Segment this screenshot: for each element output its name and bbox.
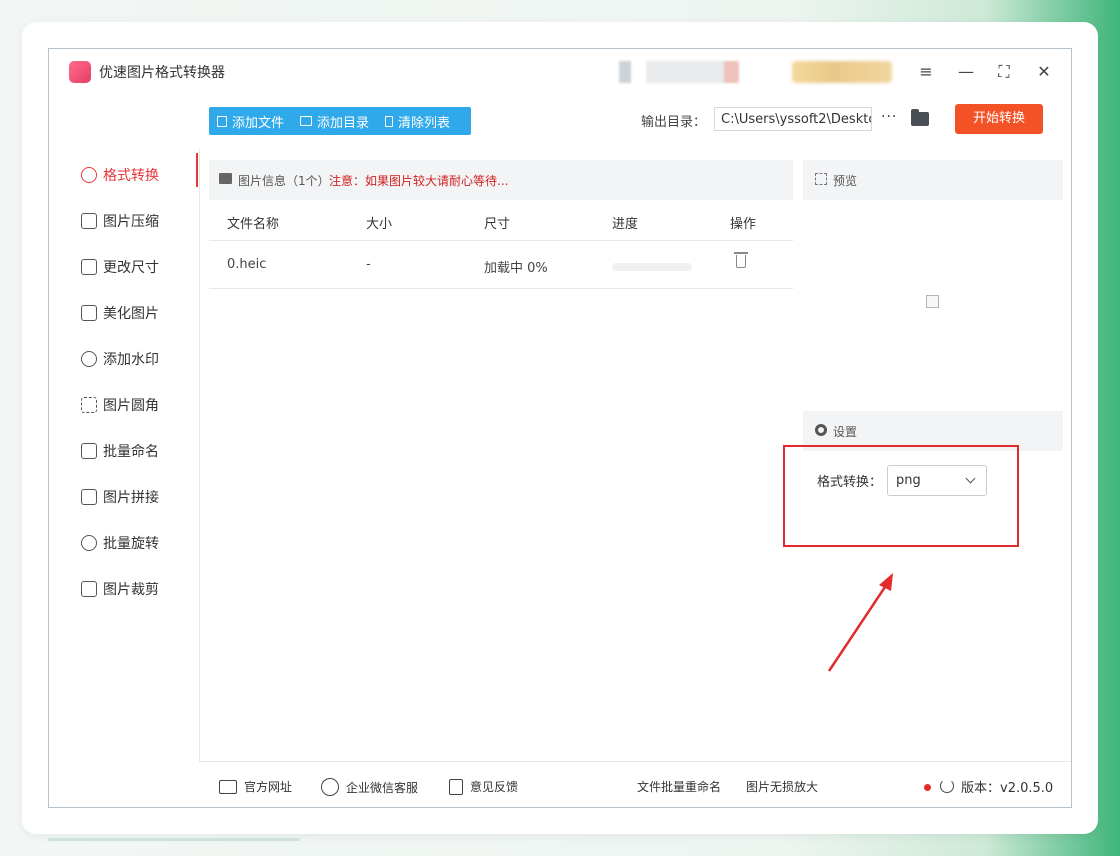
column-header-actions: 操作 (730, 217, 757, 232)
output-dir-input[interactable]: C:\Users\yssoft2\Deskto (714, 107, 872, 131)
sidebar-item-label: 图片压缩 (103, 214, 159, 230)
sidebar-item-label: 添加水印 (103, 352, 159, 368)
sidebar-item-label: 美化图片 (103, 306, 159, 322)
chat-icon (321, 778, 339, 796)
gear-icon (815, 424, 827, 436)
crop-icon (81, 581, 97, 597)
resize-icon (81, 259, 97, 275)
sidebar-item-label: 更改尺寸 (103, 260, 159, 276)
close-icon[interactable]: ✕ (1033, 61, 1055, 83)
sidebar-item-watermark[interactable]: 添加水印 (81, 346, 159, 372)
feedback-link[interactable]: 意见反馈 (449, 778, 518, 795)
app-logo-icon (69, 61, 91, 83)
sidebar-item-compress[interactable]: 图片压缩 (81, 208, 159, 234)
sidebar-item-label: 图片圆角 (103, 398, 159, 414)
maximize-icon[interactable]: ⛶ (993, 61, 1015, 83)
sidebar-item-label: 图片裁剪 (103, 582, 159, 598)
menu-icon[interactable]: ≡ (915, 61, 937, 83)
trash-small-icon (385, 115, 394, 127)
round-corner-icon (81, 397, 97, 413)
convert-icon (81, 167, 97, 183)
sidebar-item-crop[interactable]: 图片裁剪 (81, 576, 159, 602)
sidebar-item-label: 图片拼接 (103, 490, 159, 506)
settings-label: 设置 (833, 425, 858, 439)
add-folder-label: 添加目录 (317, 115, 370, 131)
image-icon (219, 173, 232, 184)
scroll-indicator (48, 838, 300, 841)
compress-icon (81, 213, 97, 229)
feedback-label: 意见反馈 (470, 780, 519, 794)
watermark-icon (81, 351, 97, 367)
annotation-arrow (827, 573, 893, 672)
blurred-account-badge (792, 61, 892, 83)
image-info-bar: 图片信息（1个） 注意：如果图片较大请耐心等待... (209, 160, 793, 200)
app-window: 优速图片格式转换器 ≡ — ⛶ ✕ 添加文件 添加目录 清除列表 输出目录： C… (48, 48, 1072, 808)
preview-label: 预览 (833, 174, 858, 188)
clear-list-button[interactable]: 清除列表 (377, 107, 458, 135)
output-dir-label: 输出目录： (641, 115, 707, 130)
sidebar-item-rename[interactable]: 批量命名 (81, 438, 159, 464)
sidebar-active-indicator (196, 153, 198, 187)
open-folder-icon[interactable] (911, 109, 929, 126)
wechat-service-label: 企业微信客服 (346, 780, 419, 795)
preview-icon (815, 173, 827, 185)
add-file-label: 添加文件 (232, 115, 285, 131)
folder-outline-icon (300, 116, 313, 126)
delete-icon[interactable] (734, 252, 748, 268)
sidebar-item-label: 格式转换 (103, 168, 159, 184)
sidebar-item-beautify[interactable]: 美化图片 (81, 300, 159, 326)
column-header-dimensions: 尺寸 (484, 217, 511, 232)
highlight-box (783, 445, 1019, 547)
feedback-icon (449, 778, 463, 795)
lossless-zoom-link[interactable]: 图片无损放大 (746, 778, 818, 795)
preview-header: 预览 (803, 160, 1063, 200)
version-label: 版本：v2.0.5.0 (961, 781, 1054, 796)
title-bar: 优速图片格式转换器 ≡ — ⛶ ✕ (49, 49, 1071, 93)
file-icon (217, 115, 227, 127)
more-icon[interactable]: ··· (881, 109, 897, 125)
refresh-icon[interactable] (940, 779, 954, 793)
row-divider (209, 288, 793, 289)
footer-bar: 官方网址 企业微信客服 意见反馈 文件批量重命名 图片无损放大 版本：v2.0.… (199, 761, 1071, 807)
update-dot (924, 784, 931, 791)
wechat-service-link[interactable]: 企业微信客服 (321, 778, 418, 796)
file-size-cell: - (366, 257, 371, 272)
rotate-icon (81, 535, 97, 551)
sidebar-item-resize[interactable]: 更改尺寸 (81, 254, 159, 280)
file-toolbar: 添加文件 添加目录 清除列表 (209, 107, 471, 135)
sidebar-item-label: 批量旋转 (103, 536, 159, 552)
broken-image-icon (926, 295, 939, 308)
column-header-name: 文件名称 (227, 217, 280, 232)
official-website-label: 官方网址 (244, 780, 293, 794)
column-header-progress: 进度 (612, 217, 639, 232)
clear-list-label: 清除列表 (398, 115, 451, 131)
start-convert-button[interactable]: 开始转换 (955, 104, 1043, 134)
official-website-link[interactable]: 官方网址 (219, 778, 292, 795)
header-divider (209, 240, 793, 241)
beautify-icon (81, 305, 97, 321)
large-file-notice: 注意：如果图片较大请耐心等待... (329, 174, 509, 188)
app-title: 优速图片格式转换器 (99, 65, 225, 81)
file-name-cell: 0.heic (227, 257, 267, 272)
website-icon (219, 779, 237, 794)
image-info-label: 图片信息（1个） (238, 174, 330, 188)
rename-icon (81, 443, 97, 459)
table-row[interactable]: 0.heic - 加载中 0% (209, 249, 793, 279)
column-header-size: 大小 (366, 217, 393, 232)
blurred-user-info (619, 61, 769, 83)
sidebar-item-label: 批量命名 (103, 444, 159, 460)
add-file-button[interactable]: 添加文件 (209, 107, 292, 135)
add-folder-button[interactable]: 添加目录 (292, 107, 377, 135)
sidebar-item-rotate[interactable]: 批量旋转 (81, 530, 159, 556)
progress-bar (612, 263, 692, 271)
file-table-header: 文件名称 大小 尺寸 进度 操作 (209, 209, 793, 239)
batch-rename-link[interactable]: 文件批量重命名 (637, 778, 721, 795)
sidebar-item-round-corner[interactable]: 图片圆角 (81, 392, 159, 418)
stitch-icon (81, 489, 97, 505)
sidebar-item-format-convert[interactable]: 格式转换 (81, 162, 159, 188)
file-dimensions-cell: 加载中 0% (484, 261, 548, 276)
sidebar-item-stitch[interactable]: 图片拼接 (81, 484, 159, 510)
minimize-icon[interactable]: — (955, 61, 977, 83)
